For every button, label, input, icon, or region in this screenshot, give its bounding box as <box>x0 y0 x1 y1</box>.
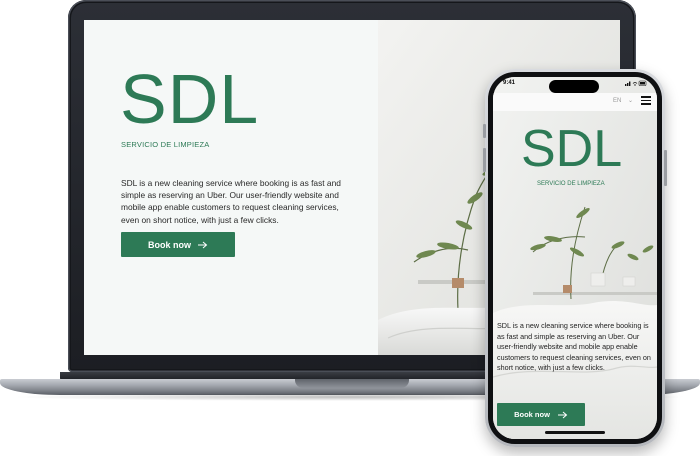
hero-text-panel: SDL SERVICIO DE LIMPIEZA SDL is a new cl… <box>84 20 378 355</box>
status-icons <box>625 80 647 86</box>
arrow-right-icon <box>557 411 568 419</box>
hero-description: SDL is a new cleaning service where book… <box>121 178 341 225</box>
status-time: 9:41 <box>503 80 516 86</box>
laptop-trackpad-notch <box>295 379 409 388</box>
phone-screen: 9:41 EN ⌄ SDL SERVICIO DE LIMPIEZA SDL i… <box>493 77 657 439</box>
brand-logo: SDL <box>521 120 623 178</box>
arrow-right-icon <box>198 241 208 249</box>
chevron-down-icon: ⌄ <box>628 98 634 104</box>
language-label: EN <box>613 98 622 104</box>
dynamic-island <box>549 80 599 93</box>
phone-side-button <box>483 148 486 172</box>
brand-logo: SDL <box>120 60 260 138</box>
book-now-label: Book now <box>514 410 550 419</box>
book-now-label: Book now <box>148 239 191 250</box>
brand-tagline: SERVICIO DE LIMPIEZA <box>121 140 210 149</box>
home-indicator <box>545 431 605 434</box>
hamburger-menu-icon[interactable] <box>641 96 651 105</box>
book-now-button[interactable]: Book now <box>121 232 235 257</box>
brand-tagline: SERVICIO DE LIMPIEZA <box>537 181 605 187</box>
hero-description: SDL is a new cleaning service where book… <box>497 321 651 373</box>
language-selector[interactable]: EN ⌄ <box>613 97 633 104</box>
phone-status-bar: 9:41 <box>493 77 657 93</box>
phone-side-button <box>483 124 486 138</box>
phone-side-button <box>664 150 667 186</box>
book-now-button[interactable]: Book now <box>497 403 585 426</box>
